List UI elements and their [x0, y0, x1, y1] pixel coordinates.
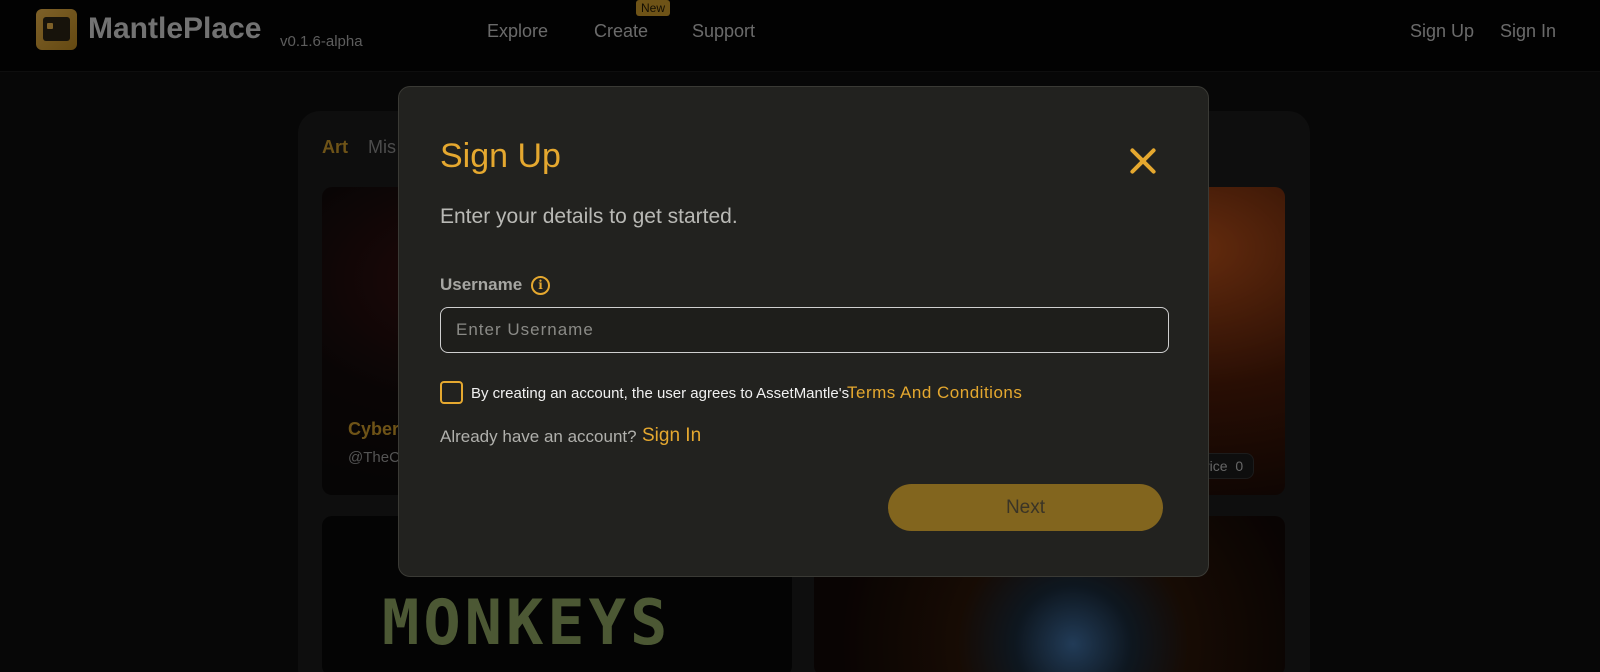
sign-in-link[interactable]: Sign In: [642, 425, 701, 447]
modal-title: Sign Up: [440, 137, 561, 175]
already-account-text: Already have an account?: [440, 427, 637, 446]
username-label: Username: [440, 275, 523, 294]
modal-subtitle: Enter your details to get started.: [440, 205, 738, 228]
terms-text: By creating an account, the user agrees …: [471, 385, 850, 402]
info-icon[interactable]: i: [531, 276, 550, 295]
close-icon[interactable]: [1127, 145, 1159, 177]
terms-checkbox[interactable]: [440, 381, 463, 404]
terms-link[interactable]: Terms And Conditions: [847, 383, 1022, 403]
sign-up-modal: Sign Up Enter your details to get starte…: [398, 86, 1209, 577]
next-button[interactable]: Next: [888, 484, 1163, 531]
username-input[interactable]: [440, 307, 1169, 353]
